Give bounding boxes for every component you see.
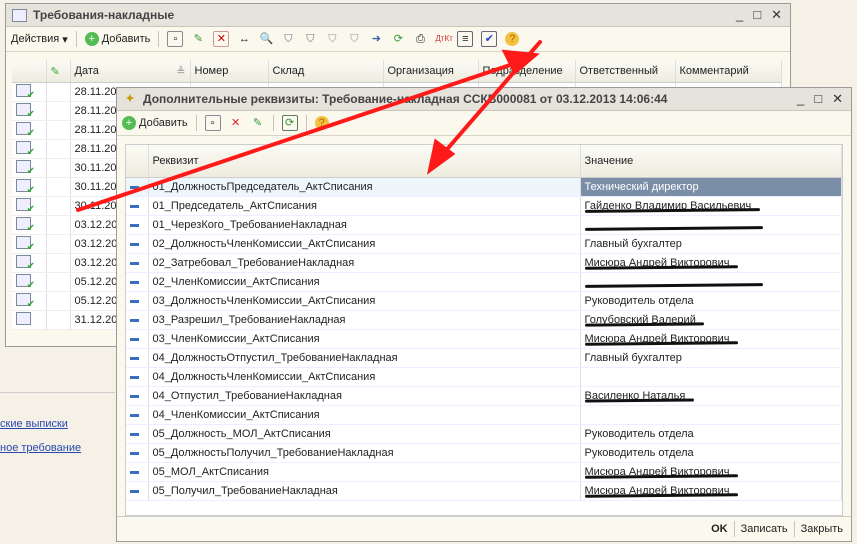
annotation-arrow bbox=[434, 40, 542, 164]
annotation-arrows bbox=[76, 40, 542, 212]
